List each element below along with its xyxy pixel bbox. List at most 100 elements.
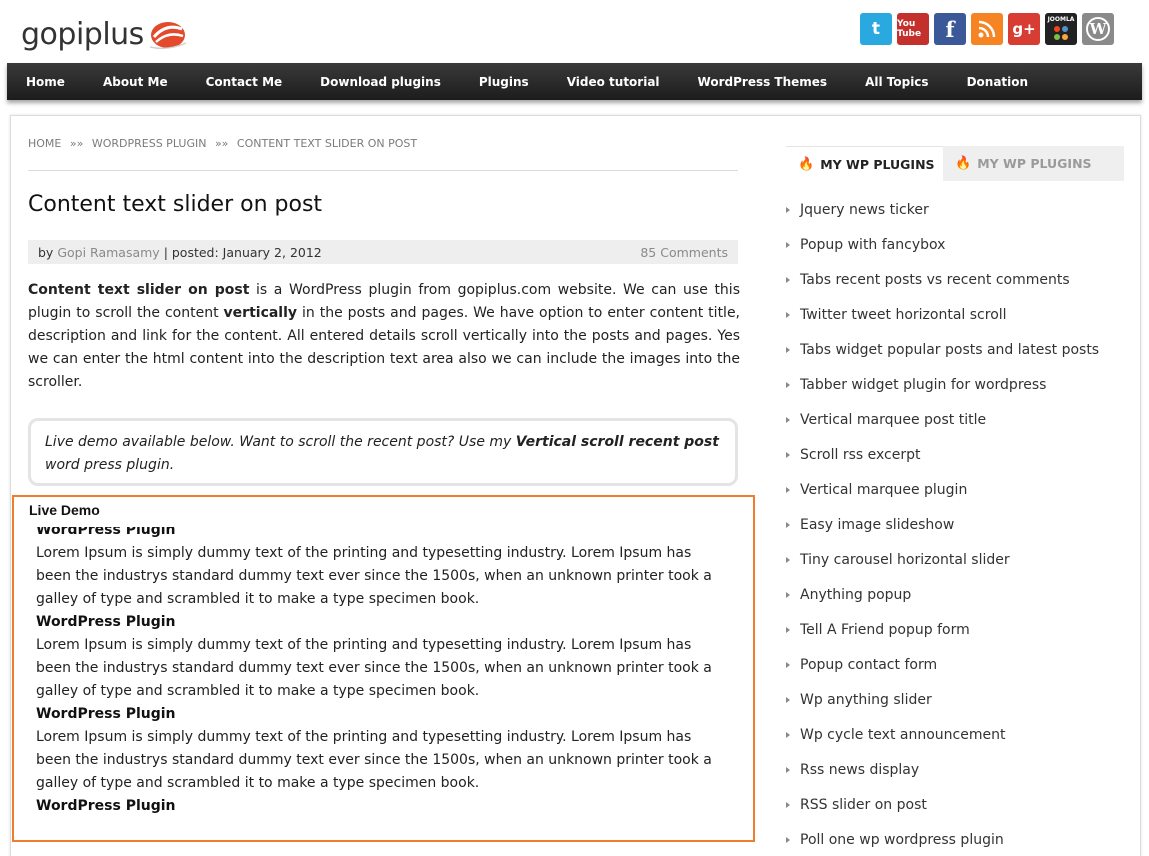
scroll-item-desc: Lorem Ipsum is simply dummy text of the … xyxy=(36,729,712,791)
nav-all-topics[interactable]: All Topics xyxy=(865,75,929,89)
wordpress-icon[interactable]: W xyxy=(1082,13,1114,45)
breadcrumb-wordpress-plugin[interactable]: WORDPRESS PLUGIN xyxy=(92,137,207,150)
flame-icon: 🔥 xyxy=(955,156,972,171)
joomla-glyph xyxy=(1054,26,1068,40)
youtube-icon[interactable]: You Tube xyxy=(897,13,929,45)
post-meta: by Gopi Ramasamy | posted: January 2, 20… xyxy=(28,240,738,264)
quote-text-2: word press plugin. xyxy=(45,457,175,473)
tab-label: MY WP PLUGINS xyxy=(820,156,935,172)
plugin-list: Jquery news ticker Popup with fancybox T… xyxy=(786,192,1126,856)
intro-bold-lead: Content text slider on post xyxy=(28,282,250,298)
nav-donation[interactable]: Donation xyxy=(967,75,1028,89)
breadcrumb: HOME »» WORDPRESS PLUGIN »» CONTENT TEXT… xyxy=(28,137,417,150)
list-item[interactable]: Popup contact form xyxy=(786,647,1126,682)
nav-wordpress-themes[interactable]: WordPress Themes xyxy=(698,75,828,89)
list-item[interactable]: Tabs widget popular posts and latest pos… xyxy=(786,332,1126,367)
arrow-right-icon xyxy=(786,556,790,563)
list-item[interactable]: Tell A Friend popup form xyxy=(786,612,1126,647)
list-item[interactable]: Twitter tweet horizontal scroll xyxy=(786,297,1126,332)
list-item[interactable]: Vertical marquee post title xyxy=(786,402,1126,437)
vertical-scroll-recent-post-link[interactable]: Vertical scroll recent post xyxy=(516,434,719,450)
breadcrumb-current: CONTENT TEXT SLIDER ON POST xyxy=(236,137,418,150)
list-item[interactable]: Vertical marquee plugin xyxy=(786,472,1126,507)
plugin-link[interactable]: Tabs recent posts vs recent comments xyxy=(800,272,1070,288)
plugin-link[interactable]: Vertical marquee plugin xyxy=(800,482,967,498)
plugin-link[interactable]: Tell A Friend popup form xyxy=(800,622,970,638)
comments-link[interactable]: 85 Comments xyxy=(640,245,728,260)
plugin-link[interactable]: Popup contact form xyxy=(800,657,937,673)
list-item[interactable]: Poll one wp wordpress plugin xyxy=(786,822,1126,856)
plugin-link[interactable]: Rss news display xyxy=(800,762,919,778)
logo-text: gopiplus xyxy=(21,16,144,52)
arrow-right-icon xyxy=(786,696,790,703)
list-item[interactable]: Tabs recent posts vs recent comments xyxy=(786,262,1126,297)
wordpress-glyph: W xyxy=(1086,17,1110,41)
google-plus-icon[interactable]: g+ xyxy=(1008,13,1040,45)
arrow-right-icon xyxy=(786,346,790,353)
list-item[interactable]: Rss news display xyxy=(786,752,1126,787)
nav-plugins[interactable]: Plugins xyxy=(479,75,529,89)
flame-icon: 🔥 xyxy=(798,156,815,172)
arrow-right-icon xyxy=(786,416,790,423)
nav-download-plugins[interactable]: Download plugins xyxy=(320,75,441,89)
tab-my-wp-plugins-active[interactable]: 🔥 MY WP PLUGINS xyxy=(786,146,943,181)
plugin-link[interactable]: Easy image slideshow xyxy=(800,517,954,533)
social-icons: t You Tube f g+ JOOMLA W xyxy=(860,13,1114,45)
arrow-right-icon xyxy=(786,311,790,318)
plugin-link[interactable]: Tabs widget popular posts and latest pos… xyxy=(800,342,1099,358)
breadcrumb-home[interactable]: HOME xyxy=(28,137,61,150)
quote-text-1: Live demo available below. Want to scrol… xyxy=(45,434,516,450)
nav-contact-me[interactable]: Contact Me xyxy=(206,75,283,89)
plugin-link[interactable]: Popup with fancybox xyxy=(800,237,945,253)
list-item[interactable]: Tabber widget plugin for wordpress xyxy=(786,367,1126,402)
scroll-item-title: WordPress Plugin xyxy=(36,798,176,814)
list-item[interactable]: RSS slider on post xyxy=(786,787,1126,822)
facebook-icon[interactable]: f xyxy=(934,13,966,45)
plugin-link[interactable]: Poll one wp wordpress plugin xyxy=(800,832,1004,848)
list-item[interactable]: Tiny carousel horizontal slider xyxy=(786,542,1126,577)
list-item[interactable]: Anything popup xyxy=(786,577,1126,612)
scroll-item-title: WordPress Plugin xyxy=(36,527,176,538)
plugin-link[interactable]: Jquery news ticker xyxy=(800,202,929,218)
nav-home[interactable]: Home xyxy=(26,75,65,89)
rss-icon[interactable] xyxy=(971,13,1003,45)
tab-label: MY WP PLUGINS xyxy=(977,156,1092,171)
list-item[interactable]: Popup with fancybox xyxy=(786,227,1126,262)
arrow-right-icon xyxy=(786,521,790,528)
arrow-right-icon xyxy=(786,591,790,598)
plugin-link[interactable]: Tabber widget plugin for wordpress xyxy=(800,377,1046,393)
meta-by: by xyxy=(38,244,54,260)
joomla-icon[interactable]: JOOMLA xyxy=(1045,13,1077,45)
plugin-link[interactable]: Anything popup xyxy=(800,587,911,603)
plugin-link[interactable]: RSS slider on post xyxy=(800,797,927,813)
list-item[interactable]: Scroll rss excerpt xyxy=(786,437,1126,472)
main-nav: Home About Me Contact Me Download plugin… xyxy=(7,63,1142,100)
list-item[interactable]: Jquery news ticker xyxy=(786,192,1126,227)
arrow-right-icon xyxy=(786,801,790,808)
sidebar-tabs: 🔥 MY WP PLUGINS 🔥 MY WP PLUGINS xyxy=(786,146,1124,181)
twitter-icon[interactable]: t xyxy=(860,13,892,45)
author-link[interactable]: Gopi Ramasamy xyxy=(57,245,159,260)
plugin-link[interactable]: Vertical marquee post title xyxy=(800,412,986,428)
nav-about-me[interactable]: About Me xyxy=(103,75,168,89)
plugin-link[interactable]: Tiny carousel horizontal slider xyxy=(800,552,1010,568)
list-item[interactable]: Wp cycle text announcement xyxy=(786,717,1126,752)
tab-my-wp-plugins-inactive[interactable]: 🔥 MY WP PLUGINS xyxy=(943,146,1124,181)
arrow-right-icon xyxy=(786,661,790,668)
plugin-link[interactable]: Scroll rss excerpt xyxy=(800,447,920,463)
rss-glyph xyxy=(978,20,996,38)
list-item[interactable]: Easy image slideshow xyxy=(786,507,1126,542)
list-item[interactable]: Wp anything slider xyxy=(786,682,1126,717)
content-scroller: WordPress Plugin Lorem Ipsum is simply d… xyxy=(36,527,726,827)
scroll-item-title: WordPress Plugin xyxy=(36,614,176,630)
arrow-right-icon xyxy=(786,836,790,843)
live-demo-label: Live Demo xyxy=(29,502,100,518)
plugin-link[interactable]: Wp cycle text announcement xyxy=(800,727,1005,743)
nav-video-tutorial[interactable]: Video tutorial xyxy=(567,75,660,89)
site-logo[interactable]: gopiplus xyxy=(21,14,188,54)
breadcrumb-divider xyxy=(28,170,738,171)
arrow-right-icon xyxy=(786,241,790,248)
arrow-right-icon xyxy=(786,626,790,633)
plugin-link[interactable]: Wp anything slider xyxy=(800,692,932,708)
plugin-link[interactable]: Twitter tweet horizontal scroll xyxy=(800,307,1007,323)
